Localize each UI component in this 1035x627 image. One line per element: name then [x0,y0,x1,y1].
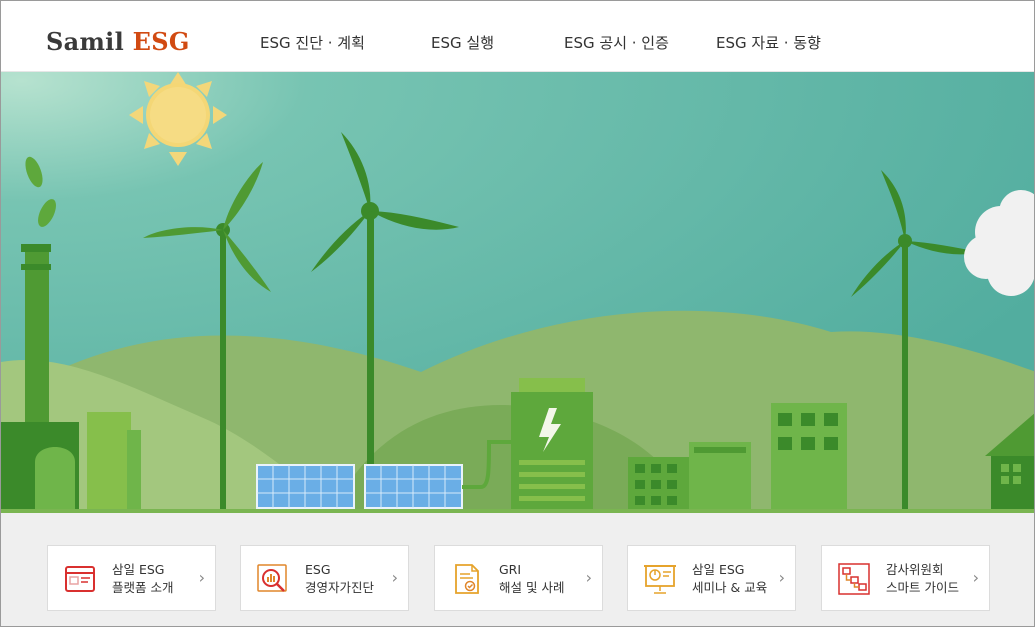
presentation-board-icon [644,565,676,594]
quick-link-label: 삼일 ESG 플랫폼 소개 [112,561,173,597]
quick-link-line1: 감사위원회 [886,562,944,577]
quick-link-line1: 삼일 ESG [692,562,745,577]
quick-link-line2: 플랫폼 소개 [112,580,174,595]
brand-logo-part2: ESG [132,27,190,56]
green-energy-illustration [1,72,1034,513]
quick-link-label: 감사위원회 스마트 가이드 [886,561,959,597]
chevron-right-icon: › [778,568,785,587]
quick-link-label: GRI 해설 및 사례 [499,561,564,597]
nav-execution[interactable]: ESG 실행 [431,32,494,53]
quick-link-line1: ESG [305,562,331,577]
quick-link-label: ESG 경영자가진단 [305,561,374,597]
magnifier-chart-icon [257,564,287,592]
quick-link-line2: 세미나 & 교육 [692,580,768,595]
top-header: Samil ESG ESG 진단 · 계획 ESG 실행 ESG 공시 · 인증… [1,1,1034,72]
nav-resources-trends[interactable]: ESG 자료 · 동향 [716,32,821,53]
quick-link-line1: 삼일 ESG [112,562,165,577]
chevron-right-icon: › [198,568,205,587]
page-frame: Samil ESG ESG 진단 · 계획 ESG 실행 ESG 공시 · 인증… [0,0,1035,627]
quick-link-label: 삼일 ESG 세미나 & 교육 [692,561,767,597]
brand-logo-part1: Samil [46,27,125,56]
battery-icon [511,378,593,513]
quick-links-bar: 삼일 ESG 플랫폼 소개 › ESG 경영자가진단 › GRI 해설 및 사례… [1,513,1034,626]
quick-link-seminar-education[interactable]: 삼일 ESG 세미나 & 교육 › [627,545,796,611]
brand-logo[interactable]: Samil ESG [46,27,190,56]
chevron-right-icon: › [972,568,979,587]
quick-link-gri-guide[interactable]: GRI 해설 및 사례 › [434,545,603,611]
quick-link-platform-intro[interactable]: 삼일 ESG 플랫폼 소개 › [47,545,216,611]
document-check-icon [455,564,479,594]
flowchart-icon [838,563,870,595]
chevron-right-icon: › [585,568,592,587]
browser-window-icon [65,566,95,592]
building-icon [771,403,847,513]
quick-link-line2: 해설 및 사례 [499,580,565,595]
quick-link-self-diagnosis[interactable]: ESG 경영자가진단 › [240,545,409,611]
chevron-right-icon: › [391,568,398,587]
nav-diagnosis-planning[interactable]: ESG 진단 · 계획 [260,32,365,53]
hero-banner [1,72,1034,513]
quick-link-audit-committee-guide[interactable]: 감사위원회 스마트 가이드 › [821,545,990,611]
quick-link-line2: 스마트 가이드 [886,580,959,595]
nav-disclosure-certification[interactable]: ESG 공시 · 인증 [564,32,669,53]
quick-link-line1: GRI [499,562,522,577]
quick-link-line2: 경영자가진단 [305,580,375,595]
